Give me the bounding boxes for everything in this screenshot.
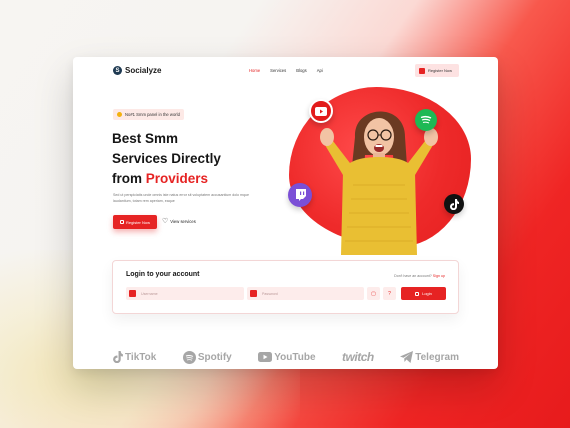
user-plus-icon — [119, 220, 124, 224]
brand-name: Socialyze — [125, 66, 162, 75]
nav-blogs[interactable]: Blogs — [296, 68, 306, 73]
headline-line-1: Best Smm — [112, 131, 179, 146]
password-placeholder: Password — [262, 291, 278, 296]
platform-telegram: Telegram — [400, 351, 459, 363]
question-icon: ? — [388, 290, 391, 297]
hero-description: Sed ut perspiciatis unde omnis iste natu… — [113, 193, 250, 203]
headline-highlight: Providers — [145, 171, 209, 186]
platform-tiktok-label: TikTok — [125, 351, 157, 363]
headline-prefix: from — [112, 171, 142, 186]
heart-icon: ♡ — [162, 218, 169, 225]
landing-page-card: S Socialyze Home Services Blogs Api Regi… — [73, 57, 498, 369]
nav-services[interactable]: Services — [270, 68, 286, 73]
trophy-icon — [117, 112, 122, 117]
main-nav: Home Services Blogs Api — [249, 68, 323, 73]
login-button[interactable]: Login — [401, 287, 446, 300]
platform-spotify: Spotify — [182, 350, 232, 364]
nav-home[interactable]: Home — [249, 68, 260, 73]
help-button[interactable]: ? — [383, 287, 396, 300]
telegram-icon — [400, 351, 414, 363]
platform-spotify-label: Spotify — [197, 351, 232, 363]
login-title: Login to your account — [126, 271, 200, 278]
signup-link[interactable]: Sign up — [433, 274, 445, 278]
tiktok-icon — [113, 351, 123, 363]
hero-register-button[interactable]: Register Now — [113, 215, 157, 229]
login-panel: Login to your account Don't have an acco… — [112, 260, 459, 314]
username-placeholder: Username — [141, 291, 158, 296]
bookmark-icon: ▢ — [371, 290, 376, 297]
spotify-badge-icon — [415, 109, 437, 131]
username-field[interactable]: Username — [126, 287, 244, 300]
headline-line-3: from Providers — [112, 169, 282, 189]
register-now-label: Register Now — [428, 68, 453, 73]
signup-prompt: Don't have an account? Sign up — [394, 274, 445, 278]
lock-icon — [250, 290, 257, 297]
youtube-icon — [258, 352, 273, 362]
platform-twitch: twitch — [342, 350, 374, 364]
login-button-label: Login — [422, 291, 432, 296]
platform-tiktok: TikTok — [113, 351, 156, 363]
platform-youtube: YouTube — [258, 351, 316, 363]
youtube-badge-icon — [309, 99, 333, 123]
password-field[interactable]: Password — [247, 287, 364, 300]
hero-badge-label: No#1 Smm panel in the world — [125, 112, 180, 117]
hero-headline: Best Smm Services Directly from Provider… — [112, 129, 282, 189]
twitch-badge-icon — [288, 183, 312, 207]
remember-me-button[interactable]: ▢ — [367, 287, 380, 300]
user-icon — [129, 290, 136, 297]
brand-logo[interactable]: S Socialyze — [113, 66, 161, 75]
platform-telegram-label: Telegram — [415, 351, 459, 363]
signup-prompt-text: Don't have an account? — [394, 274, 432, 278]
hero-register-label: Register Now — [125, 219, 150, 225]
logo-mark-icon: S — [113, 66, 122, 75]
platform-logos: TikTok Spotify YouTube twitch Telegram — [113, 347, 459, 367]
view-services-label: View services — [170, 219, 196, 224]
nav-api[interactable]: Api — [317, 68, 323, 73]
hero-badge: No#1 Smm panel in the world — [113, 109, 184, 120]
headline-line-2: Services Directly — [112, 151, 221, 166]
user-plus-icon — [419, 67, 425, 74]
tiktok-badge-icon — [444, 194, 464, 214]
spotify-icon — [182, 350, 196, 364]
platform-twitch-label: twitch — [342, 350, 374, 364]
view-services-link[interactable]: ♡ View services — [162, 218, 196, 225]
platform-youtube-label: YouTube — [274, 351, 316, 363]
login-icon — [415, 291, 420, 296]
register-now-button[interactable]: Register Now — [415, 64, 459, 77]
